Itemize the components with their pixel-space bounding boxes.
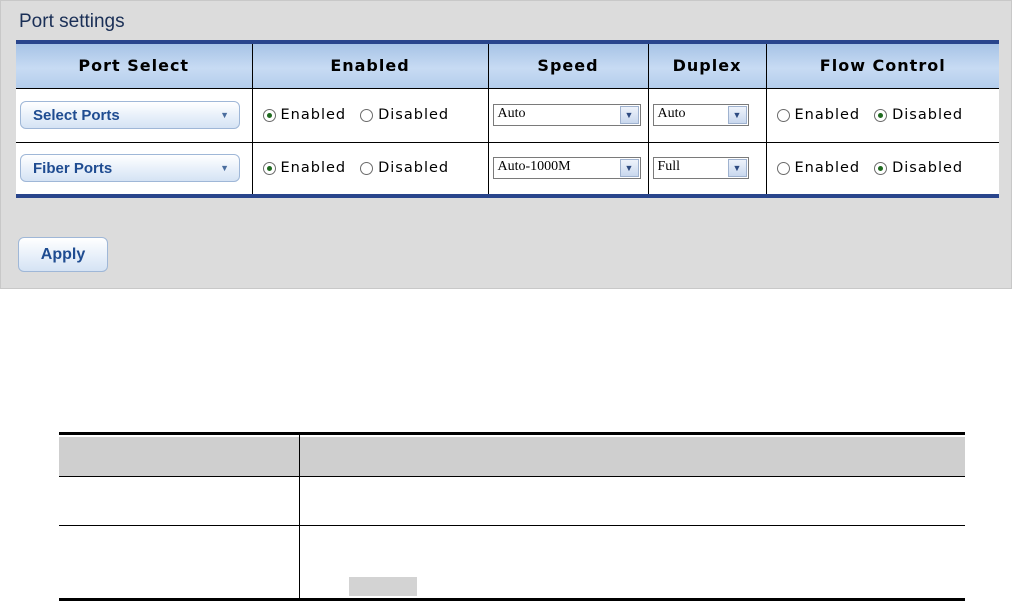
duplex-cell: Full ▼ <box>647 142 766 196</box>
port-select-cell: Fiber Ports ▼ <box>16 142 252 196</box>
flow-control-off-radio[interactable] <box>874 108 888 122</box>
table-header-row: Port Select Enabled Speed Duplex Flow Co… <box>16 42 999 89</box>
enabled-on-label: Enabled <box>280 107 347 123</box>
enabled-radio-group: Enabled Disabled <box>257 107 484 123</box>
speed-select[interactable]: Auto ▼ <box>492 104 641 126</box>
highlight-block <box>349 577 417 596</box>
apply-button[interactable]: Apply <box>18 237 108 272</box>
port-settings-table: Port Select Enabled Speed Duplex Flow Co… <box>16 40 999 198</box>
description-table <box>59 432 965 601</box>
panel-title: Port settings <box>19 11 125 32</box>
fiber-ports-label: Fiber Ports <box>33 159 113 177</box>
flow-control-radio-group: Enabled Disabled <box>771 160 996 176</box>
flow-control-on-radio[interactable] <box>776 161 790 175</box>
flow-control-off-label: Disabled <box>892 107 964 123</box>
duplex-select[interactable]: Auto ▼ <box>652 104 749 126</box>
row-divider <box>59 476 965 477</box>
column-header-enabled: Enabled <box>251 42 488 89</box>
enabled-off-radio[interactable] <box>360 108 374 122</box>
enabled-on-radio[interactable] <box>262 161 276 175</box>
speed-cell: Auto-1000M ▼ <box>487 142 648 196</box>
row-divider <box>59 525 965 526</box>
select-ports-label: Select Ports <box>33 106 120 124</box>
flow-control-cell: Enabled Disabled <box>765 142 999 196</box>
speed-value: Auto-1000M <box>497 159 571 175</box>
enabled-off-label: Disabled <box>378 107 450 123</box>
duplex-value: Auto <box>657 106 686 121</box>
chevron-down-icon[interactable]: ▼ <box>727 106 747 124</box>
enabled-radio-group: Enabled Disabled <box>257 160 484 176</box>
fiber-ports-button[interactable]: Fiber Ports ▼ <box>20 154 240 183</box>
column-header-flow-control: Flow Control <box>765 42 999 89</box>
chevron-down-icon[interactable]: ▼ <box>619 159 639 178</box>
column-header-speed: Speed <box>487 42 648 89</box>
column-header-port-select: Port Select <box>16 42 252 89</box>
select-ports-button[interactable]: Select Ports ▼ <box>20 101 240 129</box>
enabled-off-radio[interactable] <box>360 161 374 175</box>
flow-control-off-radio[interactable] <box>874 161 888 175</box>
column-header-duplex: Duplex <box>647 42 766 89</box>
enabled-on-radio[interactable] <box>262 108 276 122</box>
enabled-cell: Enabled Disabled <box>251 88 488 143</box>
enabled-cell: Enabled Disabled <box>251 142 488 196</box>
description-table-header <box>59 437 965 476</box>
duplex-select[interactable]: Full ▼ <box>652 157 749 180</box>
column-divider <box>299 435 300 598</box>
flow-control-off-label: Disabled <box>892 160 964 177</box>
chevron-down-icon: ▼ <box>220 163 229 174</box>
flow-control-on-label: Enabled <box>794 107 861 123</box>
flow-control-on-radio[interactable] <box>776 108 790 122</box>
table-row: Select Ports ▼ Enabled Disabled Auto ▼ A… <box>16 88 999 143</box>
chevron-down-icon: ▼ <box>220 110 229 120</box>
flow-control-radio-group: Enabled Disabled <box>771 107 996 123</box>
duplex-value: Full <box>657 159 681 175</box>
enabled-off-label: Disabled <box>378 160 450 177</box>
port-select-cell: Select Ports ▼ <box>16 88 252 143</box>
speed-cell: Auto ▼ <box>487 88 648 143</box>
speed-select[interactable]: Auto-1000M ▼ <box>492 157 641 180</box>
speed-value: Auto <box>497 106 526 121</box>
duplex-cell: Auto ▼ <box>647 88 766 143</box>
flow-control-cell: Enabled Disabled <box>765 88 999 143</box>
chevron-down-icon[interactable]: ▼ <box>727 159 747 178</box>
table-row: Fiber Ports ▼ Enabled Disabled Auto-1000… <box>16 142 999 196</box>
flow-control-on-label: Enabled <box>794 160 861 177</box>
enabled-on-label: Enabled <box>280 160 347 177</box>
chevron-down-icon[interactable]: ▼ <box>619 106 639 124</box>
port-settings-panel: Port settings Port Select Enabled Speed … <box>0 0 1012 289</box>
